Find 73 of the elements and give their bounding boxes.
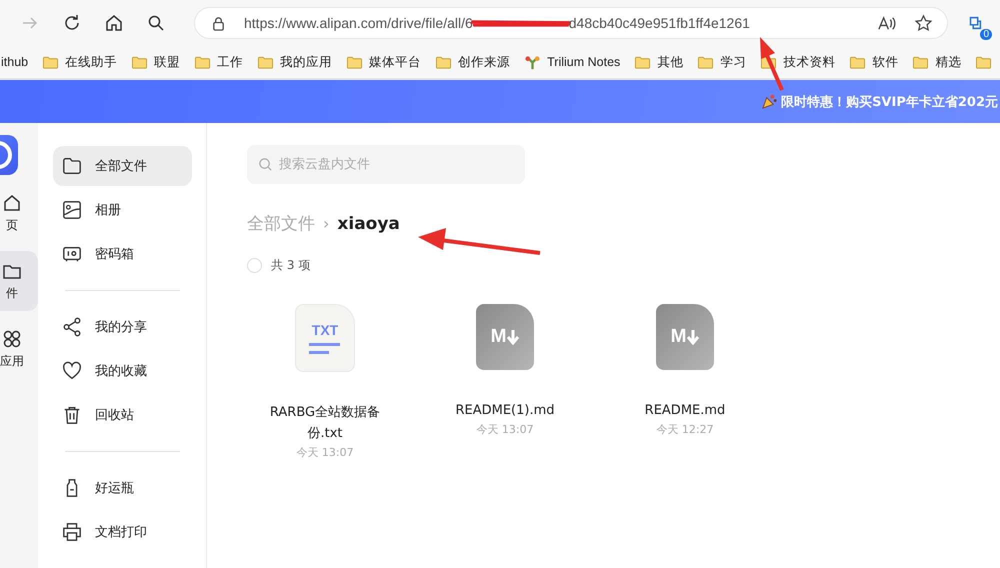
sidebar-item[interactable]: 文档打印 <box>53 512 192 552</box>
folder-icon[interactable] <box>435 54 452 70</box>
sidebar-item[interactable]: 全部文件 <box>53 146 192 186</box>
folder-icon[interactable] <box>849 54 866 70</box>
text-file-icon: TXT <box>295 304 355 372</box>
folder-icon[interactable] <box>257 54 274 70</box>
markdown-file-icon: M <box>476 304 534 370</box>
lock-icon <box>211 16 226 30</box>
bookmark-link[interactable]: 精选 <box>935 54 962 70</box>
bookmark-link[interactable]: Trilium Notes <box>547 55 620 69</box>
nav-rail-item[interactable]: 应用 <box>0 319 38 379</box>
nav-rail-item[interactable]: 页 <box>0 183 38 243</box>
file-time: 今天 12:27 <box>656 422 714 437</box>
folder-icon[interactable] <box>346 54 364 70</box>
bookmark-link[interactable]: 软件 <box>872 54 898 70</box>
party-popper-icon <box>761 93 778 110</box>
sidebar-item[interactable]: 我的收藏 <box>53 351 192 391</box>
folder-icon[interactable] <box>634 54 652 70</box>
address-bar[interactable]: https://www.alipan.com/drive/file/all/6 d48cb40c49e951fb1ff4e1261 <box>194 7 948 39</box>
safe-icon <box>62 244 82 264</box>
sidebar-item[interactable]: 我的分享 <box>53 307 192 347</box>
item-count: 共 3 项 <box>271 257 310 274</box>
file-name: README.md <box>644 402 726 420</box>
folder-icon <box>62 156 82 176</box>
sidebar-item[interactable]: 密码箱 <box>53 234 192 274</box>
tree-icon[interactable] <box>524 54 542 70</box>
select-all-checkbox[interactable] <box>247 258 262 273</box>
chevron-icon: › <box>323 214 330 233</box>
file-item[interactable]: M README(1).md 今天 13:07 <box>415 304 595 460</box>
folder-icon[interactable] <box>194 54 212 70</box>
share-icon <box>62 317 82 337</box>
markdown-file-icon: M <box>656 304 714 370</box>
printer-icon <box>62 522 82 542</box>
bookmark-link[interactable]: ithub <box>1 55 28 69</box>
bookmark-link[interactable]: 媒体平台 <box>369 54 422 70</box>
home-icon <box>2 192 22 212</box>
file-name: RARBG全站数据备份.txt <box>268 404 382 443</box>
annotation-arrow <box>760 37 784 91</box>
star-icon[interactable] <box>914 14 933 32</box>
folder-icon[interactable] <box>912 54 930 70</box>
search-field[interactable]: 搜索云盘内文件 <box>247 145 525 184</box>
bookmark-link[interactable]: 技术资料 <box>783 54 836 70</box>
folder-icon[interactable] <box>975 54 992 70</box>
file-time: 今天 13:07 <box>296 445 354 460</box>
file-name: README(1).md <box>454 402 556 420</box>
sidebar-item[interactable]: 好运瓶 <box>53 468 192 508</box>
photo-icon <box>62 200 82 220</box>
file-time: 今天 13:07 <box>476 422 534 437</box>
read-aloud-icon[interactable] <box>877 14 896 32</box>
bookmark-link[interactable]: 工作 <box>217 54 244 70</box>
search-icon[interactable] <box>146 13 166 33</box>
file-item[interactable]: M README.md 今天 12:27 <box>595 304 775 460</box>
heart-icon <box>62 361 82 381</box>
file-item[interactable]: TXT RARBG全站数据备份.txt 今天 13:07 <box>235 304 415 460</box>
nav-rail-item[interactable]: 件 <box>0 251 38 311</box>
home-icon[interactable] <box>104 13 124 33</box>
bookmark-link[interactable]: 在线助手 <box>65 54 118 70</box>
bookmark-link[interactable]: 联盟 <box>154 54 180 70</box>
trash-icon <box>62 405 82 425</box>
sidebar-item[interactable]: 相册 <box>53 190 192 230</box>
folder-icon[interactable] <box>42 54 60 70</box>
url-text: https://www.alipan.com/drive/file/all/6 <box>244 15 473 31</box>
url-text: d48cb40c49e951fb1ff4e1261 <box>568 15 750 31</box>
folder-icon[interactable] <box>131 54 148 70</box>
folder-icon[interactable] <box>697 54 714 70</box>
bookmark-link[interactable]: 我的应用 <box>280 54 332 70</box>
search-icon <box>258 157 273 172</box>
bookmark-link[interactable]: 学习 <box>720 54 746 70</box>
bookmark-link[interactable]: 其他 <box>657 54 684 70</box>
extension-badge: 0 <box>980 29 992 40</box>
sidebar-item[interactable]: 回收站 <box>53 395 192 435</box>
apps-icon <box>2 328 22 348</box>
bookmark-link[interactable]: 创作来源 <box>458 54 510 70</box>
